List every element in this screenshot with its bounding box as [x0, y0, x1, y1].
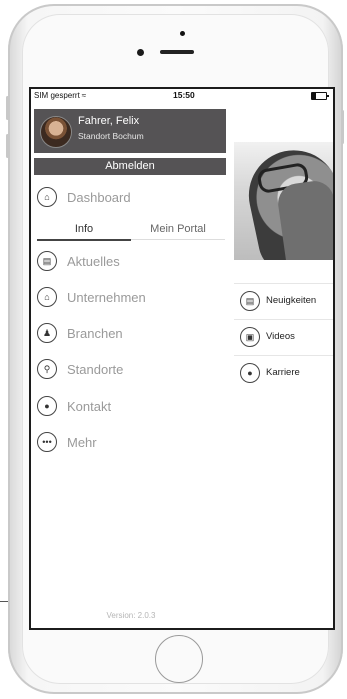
carrier-label: SIM gesperrt ≈	[34, 91, 87, 100]
menu-item-branchen[interactable]: ♟ Branchen	[37, 323, 227, 345]
external-line	[0, 601, 8, 602]
person-icon: ●	[240, 363, 260, 383]
quick-link-videos[interactable]: ▣ Videos	[234, 319, 333, 355]
menu-item-label: Branchen	[67, 326, 123, 341]
earpiece-speaker	[160, 50, 194, 54]
hero-hand	[275, 178, 333, 260]
menu-item-label: Mehr	[67, 435, 97, 450]
version-text: Version: 2.0.3	[106, 611, 156, 620]
menu-item-unternehmen[interactable]: ⌂ Unternehmen	[37, 287, 227, 309]
hero-image	[234, 142, 333, 260]
front-camera	[137, 49, 144, 56]
tab-mein-portal[interactable]: Mein Portal	[131, 219, 225, 240]
menu-item-kontakt[interactable]: ● Kontakt	[37, 396, 227, 418]
quick-link-label: Videos	[266, 331, 295, 342]
home-icon: ⌂	[37, 287, 57, 307]
location-pin-icon: ⚲	[37, 359, 57, 379]
wifi-icon: ≈	[81, 91, 87, 100]
avatar	[40, 116, 72, 148]
power-button	[341, 110, 344, 144]
menu-item-label: Unternehmen	[67, 290, 146, 305]
group-icon: ♟	[37, 323, 57, 343]
news-icon: ▤	[240, 291, 260, 311]
status-time: 15:50	[173, 90, 195, 100]
menu-item-label: Standorte	[67, 362, 124, 377]
home-icon: ⌂	[37, 187, 57, 207]
logout-button[interactable]: Abmelden	[34, 158, 226, 175]
app-screen: SIM gesperrt ≈ 15:50 Fahrer, Felix Stando…	[29, 87, 335, 630]
menu-item-standorte[interactable]: ⚲ Standorte	[37, 359, 227, 381]
dashboard-label: Dashboard	[67, 190, 131, 205]
quick-link-label: Neuigkeiten	[266, 295, 317, 306]
volume-button	[6, 96, 9, 120]
more-icon: •••	[37, 432, 57, 452]
quick-link-neuigkeiten[interactable]: ▤ Neuigkeiten	[234, 283, 333, 319]
home-button[interactable]	[155, 635, 203, 683]
profile-location: Standort Bochum	[78, 131, 144, 141]
quick-links: ▤ Neuigkeiten ▣ Videos ● Karriere	[234, 283, 333, 391]
battery-icon	[311, 92, 329, 100]
camera-dot	[180, 31, 185, 36]
profile-header[interactable]: Fahrer, Felix Standort Bochum	[34, 109, 226, 153]
news-icon: ▤	[37, 251, 57, 271]
status-bar: SIM gesperrt ≈ 15:50	[31, 89, 333, 103]
menu-item-aktuelles[interactable]: ▤ Aktuelles	[37, 251, 227, 273]
quick-link-label: Karriere	[266, 367, 300, 378]
menu-item-mehr[interactable]: ••• Mehr	[37, 432, 227, 454]
menu-item-label: Kontakt	[67, 399, 112, 414]
tab-bar: Info Mein Portal	[37, 219, 225, 241]
dashboard-item[interactable]: ⌂ Dashboard	[37, 187, 227, 209]
video-icon: ▣	[240, 327, 260, 347]
volume-button	[6, 134, 9, 158]
quick-link-karriere[interactable]: ● Karriere	[234, 355, 333, 391]
person-icon: ●	[37, 396, 57, 416]
tab-info[interactable]: Info	[37, 219, 131, 241]
profile-name: Fahrer, Felix	[78, 115, 140, 127]
menu-item-label: Aktuelles	[67, 254, 120, 269]
